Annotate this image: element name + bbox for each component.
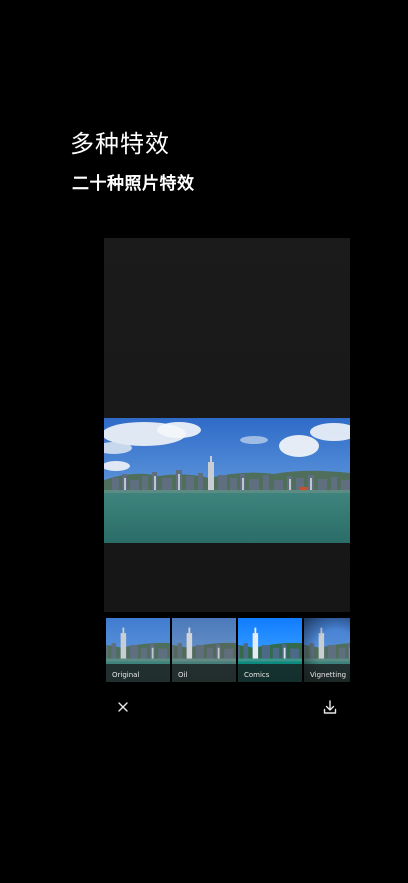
filter-label: Comics (244, 671, 270, 679)
feature-headline: 多种特效 (70, 130, 170, 158)
filter-label: Vignetting (310, 671, 347, 679)
filter-vignetting[interactable]: Vignetting (304, 618, 350, 682)
filter-original[interactable]: Original (106, 618, 170, 682)
photo-editor-canvas (104, 238, 350, 612)
filter-strip: Original Oil Comics Vignetting (104, 618, 350, 682)
close-button[interactable] (110, 694, 136, 720)
harbor-skyline-photo (104, 418, 350, 543)
save-button[interactable] (317, 694, 343, 720)
filter-label: Original (112, 671, 140, 679)
filter-label: Oil (178, 671, 188, 679)
filter-comics[interactable]: Comics (238, 618, 302, 682)
filter-oil[interactable]: Oil (172, 618, 236, 682)
download-icon (323, 700, 337, 714)
feature-subheadline: 二十种照片特效 (72, 174, 195, 194)
close-icon (118, 702, 128, 712)
